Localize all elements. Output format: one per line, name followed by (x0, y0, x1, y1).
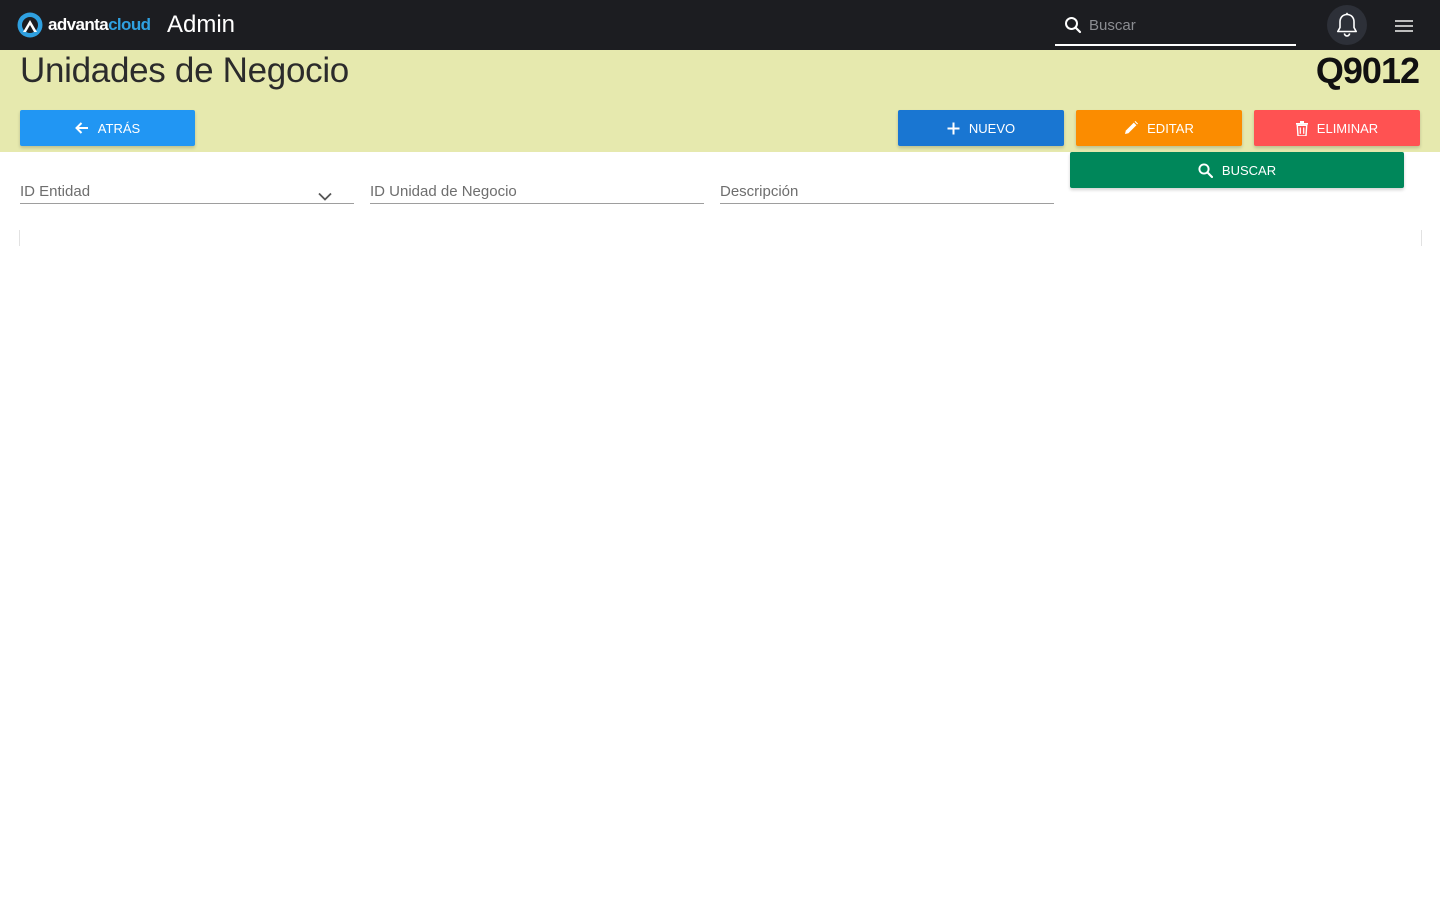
plus-icon (947, 122, 960, 135)
page-title: Unidades de Negocio (20, 51, 349, 90)
business-unit-id-field[interactable] (370, 176, 704, 204)
delete-button-label: ELIMINAR (1316, 120, 1379, 136)
logo-mark-icon (17, 12, 43, 38)
back-button-label: ATRÁS (97, 120, 141, 136)
bell-icon (1337, 12, 1357, 37)
page-code: Q9012 (1315, 50, 1420, 91)
search-button-label: BUSCAR (1221, 162, 1277, 178)
logo-text-advanta: advanta (48, 15, 109, 34)
description-input[interactable] (720, 180, 1010, 202)
results-table-area (19, 230, 1422, 246)
trash-icon (1295, 120, 1308, 136)
app-title: Admin (167, 11, 236, 38)
search-icon (1064, 16, 1082, 39)
main-menu-button[interactable] (1392, 15, 1416, 37)
description-field[interactable] (720, 176, 1054, 204)
business-unit-id-input[interactable] (370, 180, 660, 202)
search-icon (1198, 162, 1213, 178)
new-button-label: NUEVO (968, 120, 1016, 136)
top-app-bar: advantacloud Admin (0, 0, 1440, 50)
new-button[interactable]: NUEVO (898, 110, 1064, 146)
global-search-input[interactable] (1087, 13, 1287, 37)
advantacloud-logo[interactable]: advantacloud (15, 11, 151, 39)
pencil-icon (1124, 121, 1139, 135)
logo-text-cloud: cloud (108, 15, 151, 34)
back-button[interactable]: ATRÁS (20, 110, 195, 146)
entity-id-field[interactable] (20, 180, 310, 202)
edit-button-label: EDITAR (1147, 120, 1194, 136)
hamburger-menu-icon (1395, 20, 1413, 32)
entity-id-select[interactable] (20, 176, 354, 204)
edit-button[interactable]: EDITAR (1076, 110, 1242, 146)
delete-button[interactable]: ELIMINAR (1254, 110, 1420, 146)
arrow-left-icon (74, 121, 89, 135)
global-search[interactable] (1055, 5, 1296, 46)
chevron-down-icon[interactable] (318, 188, 332, 206)
search-button[interactable]: BUSCAR (1070, 152, 1404, 188)
notifications-button[interactable] (1327, 5, 1367, 45)
